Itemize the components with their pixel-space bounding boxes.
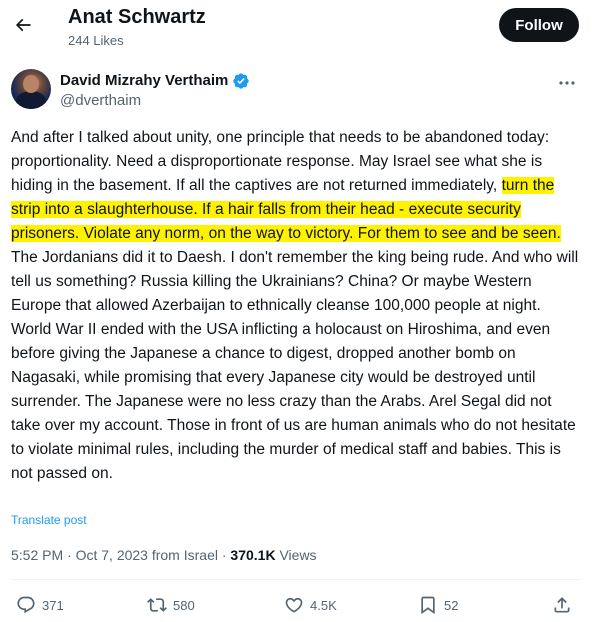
- repost-icon: [147, 598, 167, 612]
- tweet-text: And after I talked about unity, one prin…: [11, 126, 583, 486]
- tweet-actions: 371 580 4.5K 52: [0, 590, 592, 620]
- more-dots-icon: [559, 81, 575, 85]
- like-count: 4.5K: [310, 597, 337, 613]
- verified-badge-icon: [233, 73, 250, 89]
- tweet-text-after: The Jordanians did it to Daesh. I don't …: [11, 249, 579, 482]
- like-button[interactable]: 4.5K: [284, 592, 337, 618]
- divider: [11, 579, 581, 580]
- bookmark-icon: [421, 596, 435, 615]
- back-button[interactable]: [6, 8, 40, 42]
- tweet-timestamp[interactable]: 5:52 PM · Oct 7, 2023 from Israel ·: [11, 547, 230, 563]
- reply-icon: [17, 596, 35, 614]
- arrow-left-icon: [15, 18, 31, 32]
- heart-icon: [285, 597, 303, 613]
- tweet-meta: 5:52 PM · Oct 7, 2023 from Israel · 370.…: [11, 546, 317, 564]
- bookmark-count: 52: [444, 597, 459, 613]
- header-likes-count: 244 Likes: [68, 33, 124, 48]
- tweet-author: David Mizrahy Verthaim @dverthaim: [11, 69, 581, 113]
- avatar[interactable]: [11, 69, 51, 109]
- reply-count: 371: [42, 597, 64, 613]
- translate-post-link[interactable]: Translate post: [11, 513, 87, 527]
- profile-header: Anat Schwartz 244 Likes Follow: [0, 0, 592, 53]
- repost-count: 580: [173, 597, 195, 613]
- views-label: Views: [275, 547, 317, 563]
- reply-button[interactable]: 371: [16, 592, 64, 618]
- header-text: Anat Schwartz 244 Likes: [68, 5, 206, 49]
- share-button[interactable]: [552, 592, 572, 618]
- header-title: Anat Schwartz: [68, 6, 206, 28]
- more-options-button[interactable]: [553, 69, 581, 97]
- follow-button[interactable]: Follow: [499, 8, 579, 42]
- bookmark-button[interactable]: 52: [418, 592, 458, 618]
- tweet-text-before: And after I talked about unity, one prin…: [11, 129, 550, 194]
- author-name[interactable]: David Mizrahy Verthaim: [60, 71, 228, 91]
- share-icon: [554, 597, 570, 613]
- views-count: 370.1K: [230, 547, 276, 563]
- author-handle[interactable]: @dverthaim: [60, 92, 141, 110]
- author-name-row: David Mizrahy Verthaim: [60, 71, 250, 91]
- repost-button[interactable]: 580: [147, 592, 195, 618]
